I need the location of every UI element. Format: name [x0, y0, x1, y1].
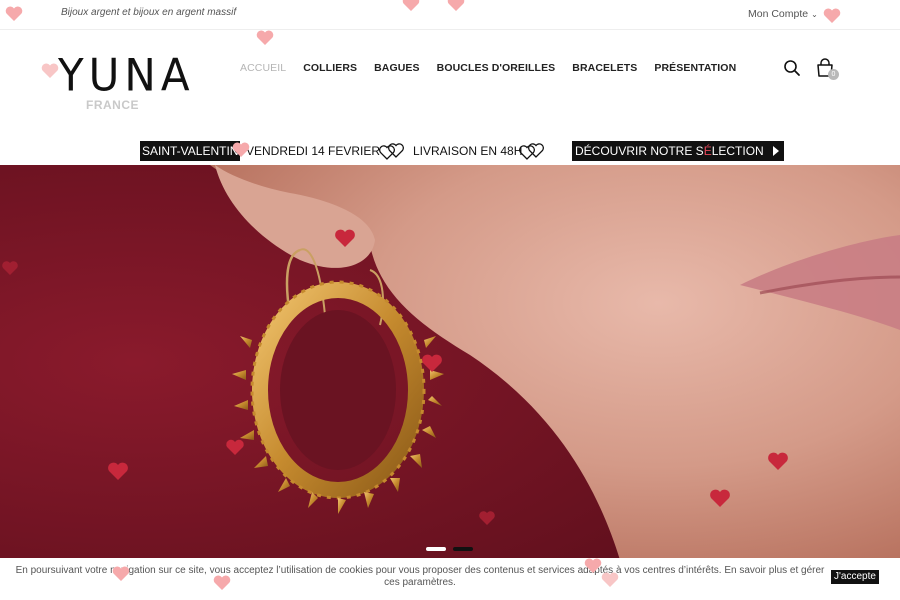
cart-count-badge: 0 [828, 69, 839, 80]
slider-pagination [426, 547, 473, 551]
promo-strip: SAINT-VALENTIN VENDREDI 14 FEVRIER LIVRA… [0, 138, 900, 164]
promo-badge: SAINT-VALENTIN [140, 141, 241, 161]
cookie-banner: En poursuivant votre navigation sur ce s… [0, 558, 900, 600]
logo[interactable]: YUNA FRANCE [58, 50, 190, 117]
chevron-down-icon: ⌄ [811, 10, 818, 19]
top-bar: Bijoux argent et bijoux en argent massif… [0, 0, 900, 30]
search-icon[interactable] [783, 59, 801, 77]
tagline: Bijoux argent et bijoux en argent massif [61, 7, 237, 18]
slider-dot-2[interactable] [453, 547, 473, 551]
slider-dot-1[interactable] [426, 547, 446, 551]
main-nav: ACCUEIL COLLIERS BAGUES BOUCLES D'OREILL… [240, 62, 753, 74]
promo-date: VENDREDI 14 FEVRIER [246, 144, 381, 158]
nav-item-accueil[interactable]: ACCUEIL [240, 62, 286, 74]
logo-subtitle: FRANCE [86, 98, 139, 112]
account-menu[interactable]: Mon Compte ⌄ [748, 8, 818, 20]
nav-item-boucles[interactable]: BOUCLES D'OREILLES [437, 62, 556, 74]
site-header: YUNA FRANCE ACCUEIL COLLIERS BAGUES BOUC… [0, 31, 900, 131]
page: Bijoux argent et bijoux en argent massif… [0, 0, 900, 600]
play-arrow-icon [772, 146, 779, 156]
hero-earring-photo [0, 165, 900, 560]
discover-selection-button[interactable]: DÉCOUVRIR NOTRE SÉLECTION [572, 141, 784, 161]
account-label: Mon Compte [748, 8, 809, 20]
nav-item-colliers[interactable]: COLLIERS [303, 62, 357, 74]
cta-text-start: DÉCOUVRIR NOTRE S [575, 144, 704, 158]
nav-item-bracelets[interactable]: BRACELETS [572, 62, 637, 74]
double-heart-icon [379, 143, 404, 160]
cta-text-accent: É [703, 144, 712, 158]
cookie-accept-button[interactable]: J'accepte [831, 570, 879, 584]
promo-shipping: LIVRAISON EN 48H [413, 144, 523, 158]
nav-item-presentation[interactable]: PRÉSENTATION [654, 62, 736, 74]
cart-button[interactable]: 0 [815, 58, 843, 82]
double-heart-icon [519, 143, 544, 160]
nav-item-bagues[interactable]: BAGUES [374, 62, 420, 74]
hero-banner[interactable] [0, 165, 900, 560]
cta-text-end: LECTION [711, 144, 764, 158]
cookie-text: En poursuivant votre navigation sur ce s… [15, 565, 825, 588]
logo-word: YUNA [58, 49, 195, 102]
